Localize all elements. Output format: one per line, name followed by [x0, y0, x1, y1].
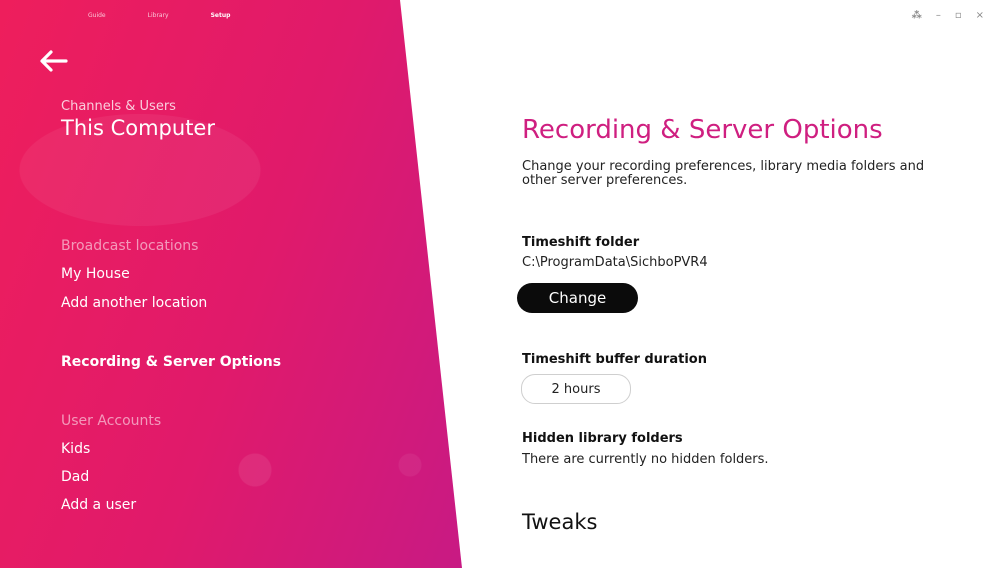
change-button[interactable]: Change: [517, 283, 638, 313]
sidebar-background: [0, 0, 462, 568]
back-arrow-icon[interactable]: [38, 48, 68, 74]
window-controls: ⁂ – ▫ ×: [912, 10, 984, 21]
sidebar-item-my-house[interactable]: My House: [61, 266, 130, 282]
sidebar-subheading: Channels & Users: [61, 99, 176, 114]
hidden-folders-label: Hidden library folders: [522, 431, 683, 446]
page-description: Change your recording preferences, libra…: [522, 159, 925, 188]
hidden-folders-value: There are currently no hidden folders.: [522, 452, 769, 467]
timeshift-folder-value: C:\ProgramData\SichboPVR4: [522, 255, 708, 270]
sidebar-item-recording-options[interactable]: Recording & Server Options: [61, 354, 281, 370]
nav-tab-guide[interactable]: Guide: [88, 12, 106, 19]
restore-button[interactable]: ▫: [955, 10, 962, 21]
sidebar-heading: This Computer: [61, 116, 215, 140]
buffer-duration-label: Timeshift buffer duration: [522, 352, 707, 367]
sidebar-item-add-user[interactable]: Add a user: [61, 497, 136, 513]
close-button[interactable]: ×: [976, 10, 984, 21]
grid-icon[interactable]: ⁂: [912, 10, 922, 21]
sidebar-item-dad[interactable]: Dad: [61, 469, 89, 485]
sidebar-item-add-location[interactable]: Add another location: [61, 295, 207, 311]
top-nav: Guide Library Setup: [88, 12, 230, 19]
sidebar-item-kids[interactable]: Kids: [61, 441, 90, 457]
timeshift-folder-label: Timeshift folder: [522, 235, 640, 250]
buffer-duration-select[interactable]: 2 hours: [521, 374, 631, 404]
minimize-button[interactable]: –: [936, 10, 941, 21]
user-accounts-label: User Accounts: [61, 413, 162, 429]
nav-tab-library[interactable]: Library: [148, 12, 169, 19]
page-title: Recording & Server Options: [522, 115, 883, 145]
broadcast-locations-label: Broadcast locations: [61, 238, 199, 254]
nav-tab-setup[interactable]: Setup: [211, 12, 231, 19]
tweaks-heading: Tweaks: [522, 510, 598, 534]
